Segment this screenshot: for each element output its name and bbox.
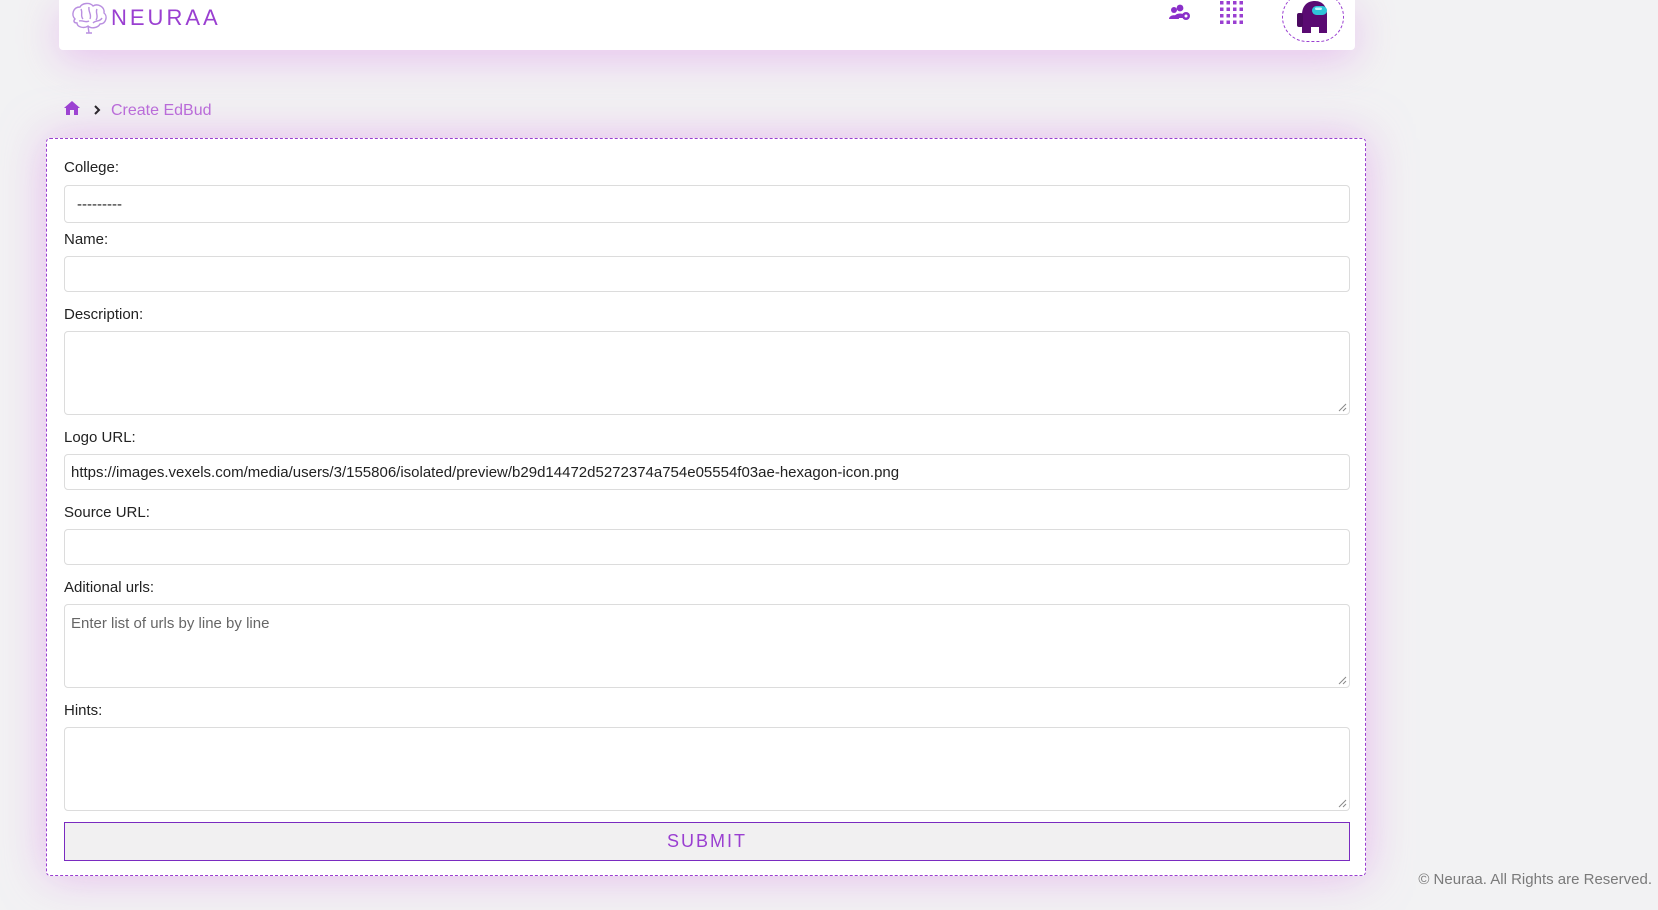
description-label: Description: [64, 306, 144, 323]
logo-url-label: Logo URL: [64, 429, 136, 446]
breadcrumb: Create EdBud [63, 100, 212, 121]
brand-name: NEURAA [111, 5, 221, 30]
description-textarea[interactable] [64, 331, 1350, 415]
logo-url-input[interactable]: https://images.vexels.com/media/users/3/… [64, 454, 1350, 490]
college-select[interactable]: --------- [64, 185, 1350, 223]
create-edbud-form: College: --------- Name: Description: Lo… [46, 138, 1366, 876]
college-label: College: [64, 159, 120, 176]
additional-urls-textarea[interactable]: Enter list of urls by line by line [64, 604, 1350, 688]
footer-copyright: © Neuraa. All Rights are Reserved. [1418, 871, 1652, 888]
source-url-input[interactable] [64, 529, 1350, 565]
additional-urls-label: Aditional urls: [64, 579, 155, 596]
name-label: Name: [64, 231, 109, 248]
users-gear-icon[interactable] [1169, 4, 1191, 27]
chevron-right-icon [93, 102, 101, 120]
apps-grid-icon[interactable] [1219, 0, 1247, 35]
name-input[interactable] [64, 256, 1350, 292]
resize-handle-icon[interactable] [1338, 799, 1347, 808]
breadcrumb-current[interactable]: Create EdBud [111, 102, 212, 120]
home-icon[interactable] [63, 100, 81, 121]
college-selected-value: --------- [77, 195, 122, 213]
source-url-label: Source URL: [64, 504, 150, 521]
hints-textarea[interactable] [64, 727, 1350, 811]
submit-button[interactable]: SUBMIT [64, 822, 1350, 861]
brand-logo[interactable]: NEURAA [69, 0, 221, 36]
top-navbar: NEURAA [59, 0, 1355, 50]
hints-label: Hints: [64, 702, 103, 719]
brain-logo-icon [72, 2, 107, 34]
user-avatar-button[interactable] [1282, 0, 1344, 42]
additional-urls-placeholder: Enter list of urls by line by line [71, 615, 270, 632]
logo-url-value: https://images.vexels.com/media/users/3/… [71, 463, 900, 481]
avatar-icon [1297, 1, 1327, 33]
resize-handle-icon[interactable] [1338, 676, 1347, 685]
resize-handle-icon[interactable] [1338, 403, 1347, 412]
